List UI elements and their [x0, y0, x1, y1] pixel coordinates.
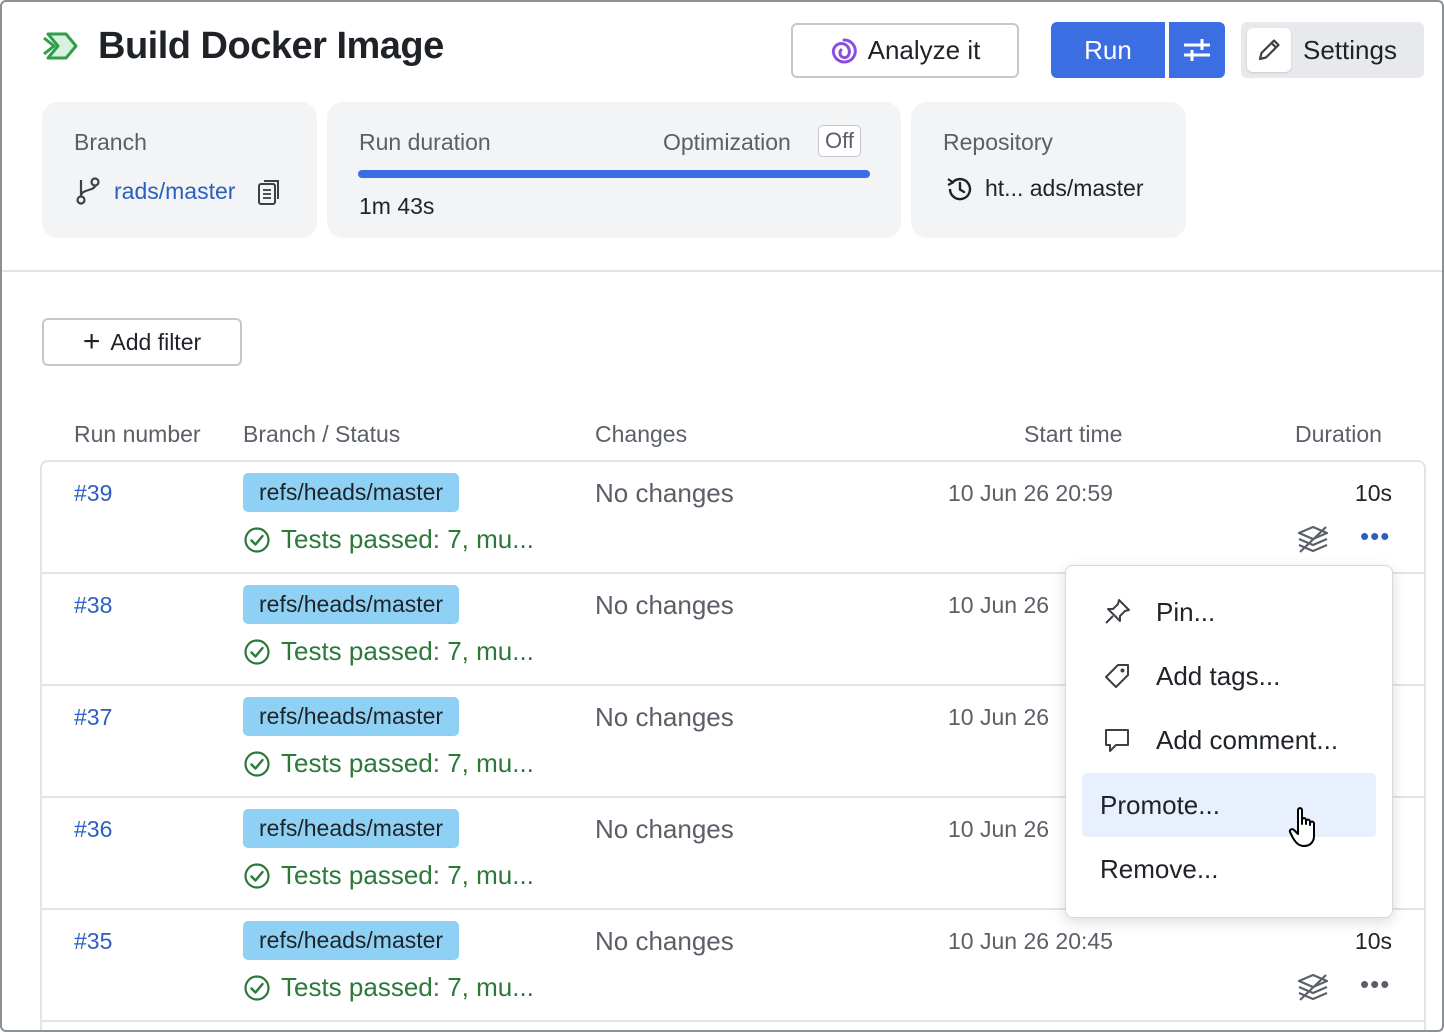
branch-tag[interactable]: refs/heads/master — [243, 585, 460, 624]
run-number-link[interactable]: #35 — [74, 928, 112, 955]
run-duration-value: 1m 43s — [359, 193, 435, 219]
analyze-button[interactable]: Analyze it — [791, 23, 1019, 78]
column-header-changes[interactable]: Changes — [595, 421, 687, 448]
run-number-link[interactable]: #37 — [74, 704, 112, 731]
check-circle-icon — [244, 638, 270, 665]
status-text: Tests passed: 7, mu... — [281, 972, 534, 1002]
run-duration-label: Run duration — [359, 129, 491, 155]
changes-cell: No changes — [595, 926, 734, 956]
git-branch-icon — [76, 177, 100, 205]
run-label: Run — [1084, 34, 1132, 65]
branch-card: Branch rads/master — [42, 102, 317, 238]
start-time-cell: 10 Jun 26 — [948, 704, 1050, 730]
history-icon — [947, 177, 972, 201]
settings-button[interactable]: Settings — [1241, 22, 1424, 78]
branch-tag[interactable]: refs/heads/master — [243, 809, 460, 848]
changes-cell: No changes — [595, 702, 734, 732]
changes-cell: No changes — [595, 478, 734, 508]
build-status[interactable]: Tests passed: 7, mu... — [243, 748, 534, 779]
status-text: Tests passed: 7, mu... — [281, 636, 534, 666]
menu-item-promote[interactable]: Promote... — [1082, 773, 1376, 837]
optimization-toggle[interactable]: Off — [818, 125, 861, 157]
changes-cell: No changes — [595, 590, 734, 620]
analyze-label: Analyze it — [867, 35, 981, 65]
add-filter-button[interactable]: + Add filter — [42, 318, 242, 366]
run-number-link[interactable]: #36 — [74, 816, 112, 843]
run-actions-menu: Pin... Add tags... Add comment... Promot… — [1065, 565, 1393, 918]
start-time-cell: 10 Jun 26 20:59 — [948, 480, 1113, 506]
branch-link[interactable]: rads/master — [114, 178, 235, 205]
run-number-link[interactable]: #38 — [74, 592, 112, 619]
add-filter-label: Add filter — [110, 328, 202, 355]
check-circle-icon — [244, 750, 270, 777]
build-status[interactable]: Tests passed: 7, mu... — [243, 972, 534, 1003]
branch-tag[interactable]: refs/heads/master — [243, 473, 460, 512]
sliders-icon — [1184, 39, 1210, 61]
copy-icon[interactable] — [256, 178, 282, 206]
hand-pointer-cursor-icon — [1288, 807, 1315, 847]
table-row[interactable]: #35 refs/heads/master Tests passed: 7, m… — [42, 910, 1424, 1022]
menu-item-add-tags[interactable]: Add tags... — [1082, 644, 1376, 708]
build-status[interactable]: Tests passed: 7, mu... — [243, 636, 534, 667]
app-window: Build Docker Image Analyze it Run Settin… — [0, 0, 1444, 1032]
run-number-link[interactable]: #39 — [74, 480, 112, 507]
check-circle-icon — [244, 862, 270, 889]
column-header-duration[interactable]: Duration — [1295, 421, 1382, 448]
menu-item-pin[interactable]: Pin... — [1082, 580, 1376, 644]
check-circle-icon — [244, 974, 270, 1001]
start-time-cell: 10 Jun 26 20:45 — [948, 928, 1113, 954]
plus-icon: + — [82, 325, 101, 358]
branch-tag[interactable]: refs/heads/master — [243, 921, 460, 960]
more-options-icon[interactable]: ••• — [1360, 971, 1390, 997]
layers-icon[interactable] — [1296, 524, 1330, 554]
comment-icon — [1105, 729, 1129, 752]
start-time-cell: 10 Jun 26 — [948, 816, 1050, 842]
status-text: Tests passed: 7, mu... — [281, 748, 534, 778]
build-config-icon — [43, 32, 78, 60]
build-status[interactable]: Tests passed: 7, mu... — [243, 524, 534, 555]
pin-icon — [1105, 599, 1130, 624]
menu-item-label: Promote... — [1100, 789, 1220, 820]
build-status[interactable]: Tests passed: 7, mu... — [243, 860, 534, 891]
menu-item-add-comment[interactable]: Add comment... — [1082, 708, 1376, 772]
column-header-start-time[interactable]: Start time — [1024, 421, 1122, 448]
start-time-cell: 10 Jun 26 — [948, 592, 1050, 618]
duration-progress-bar — [358, 170, 870, 178]
menu-item-label: Remove... — [1100, 853, 1219, 884]
branch-tag[interactable]: refs/heads/master — [243, 697, 460, 736]
status-text: Tests passed: 7, mu... — [281, 524, 534, 554]
status-text: Tests passed: 7, mu... — [281, 860, 534, 890]
table-row[interactable]: #39 refs/heads/master Tests passed: 7, m… — [42, 462, 1424, 574]
layers-icon[interactable] — [1296, 972, 1330, 1002]
repository-card: Repository ht... ads/master — [911, 102, 1186, 238]
duration-cell: 10s — [1354, 480, 1392, 506]
menu-item-label: Add tags... — [1156, 660, 1281, 691]
more-options-icon[interactable]: ••• — [1360, 523, 1390, 549]
column-header-run-number[interactable]: Run number — [74, 421, 201, 448]
header-divider — [2, 270, 1442, 272]
check-circle-icon — [244, 526, 270, 553]
optimization-label: Optimization — [663, 129, 791, 155]
repository-value: ht... ads/master — [985, 175, 1144, 201]
repository-label: Repository — [943, 129, 1053, 155]
duration-cell: 10s — [1354, 928, 1392, 954]
tag-icon — [1105, 664, 1129, 688]
menu-item-label: Add comment... — [1156, 724, 1339, 755]
run-duration-card: Run duration Optimization Off 1m 43s — [327, 102, 901, 238]
menu-item-remove[interactable]: Remove... — [1082, 837, 1376, 901]
page-title: Build Docker Image — [98, 25, 444, 67]
menu-item-label: Pin... — [1156, 596, 1216, 627]
ai-spiral-icon — [831, 37, 857, 63]
run-button[interactable]: Run — [1051, 22, 1165, 78]
pencil-icon — [1258, 39, 1280, 61]
changes-cell: No changes — [595, 814, 734, 844]
run-options-button[interactable] — [1169, 22, 1225, 78]
branch-card-label: Branch — [74, 129, 147, 155]
settings-label: Settings — [1303, 34, 1397, 65]
column-header-branch-status[interactable]: Branch / Status — [243, 421, 400, 448]
